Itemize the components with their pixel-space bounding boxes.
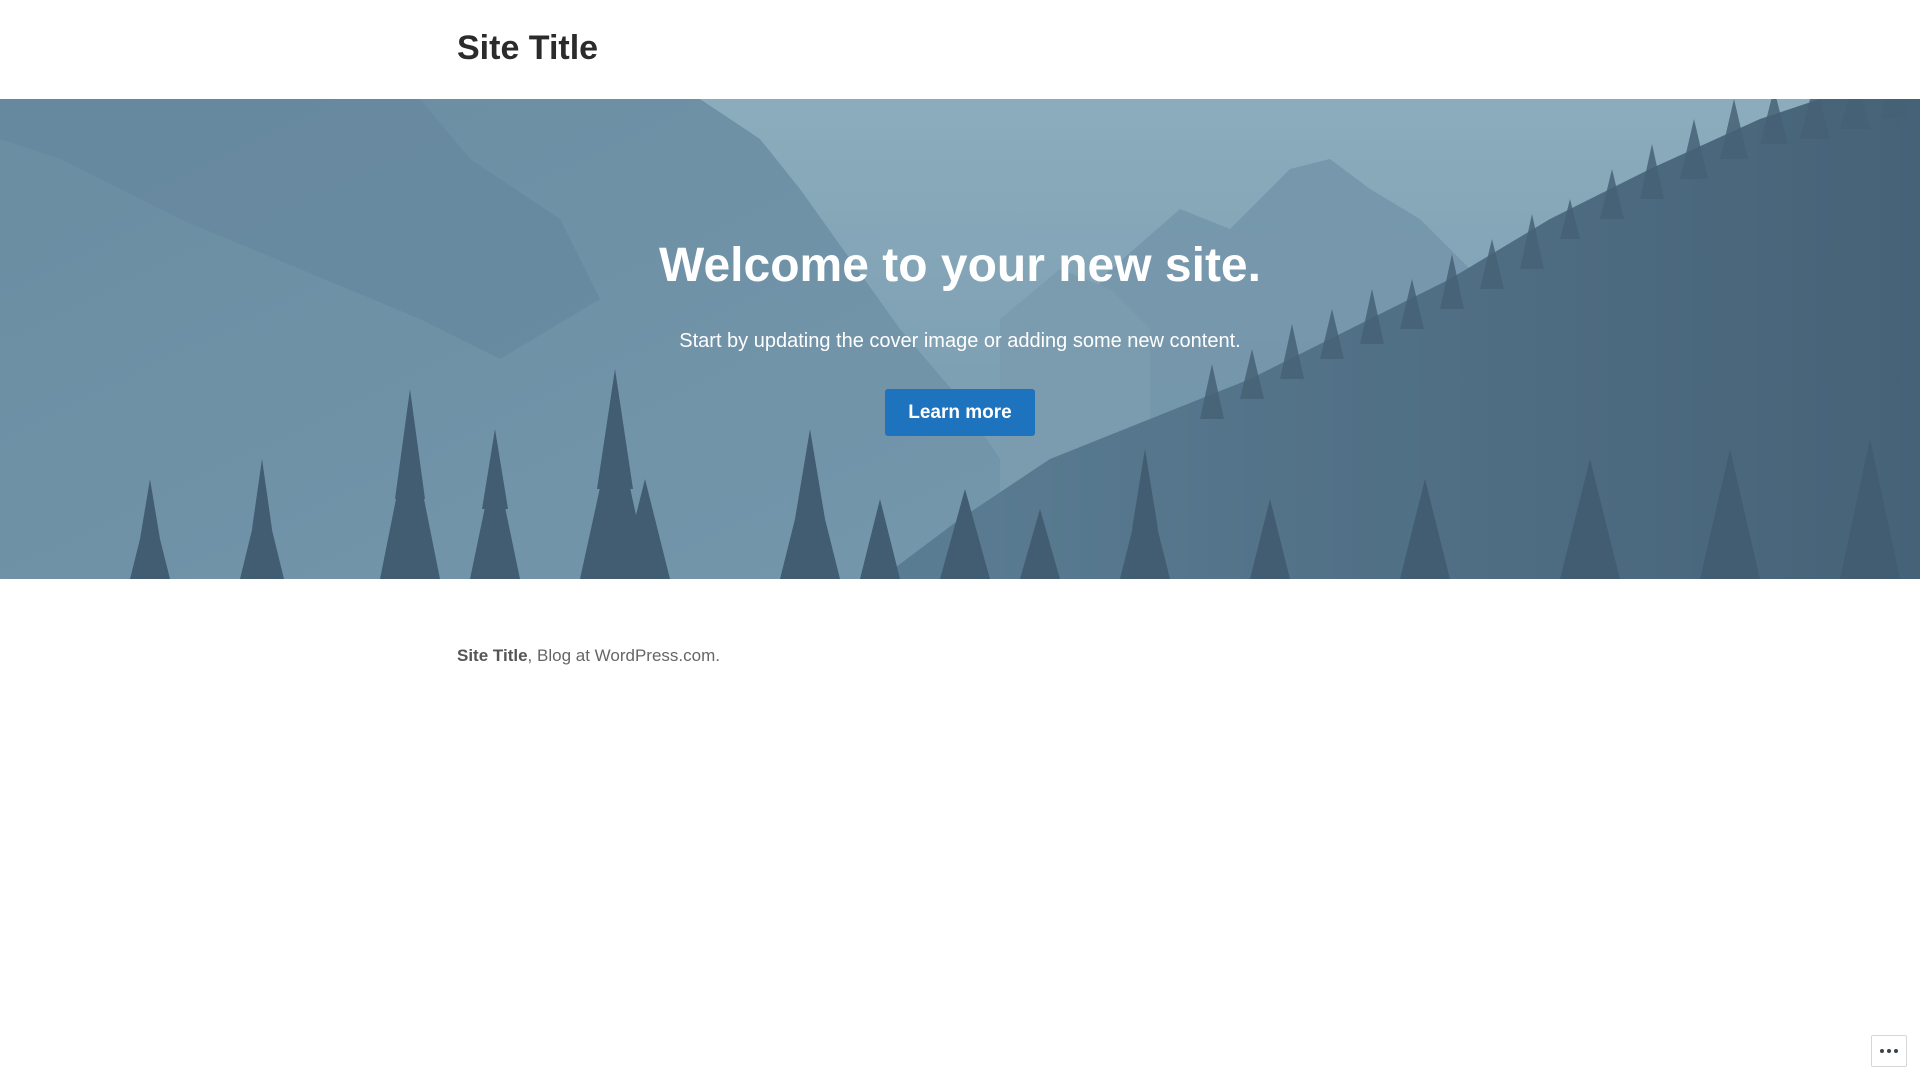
actionbar-button[interactable]	[1871, 1035, 1907, 1067]
footer-separator: ,	[527, 646, 533, 665]
cover-content: Welcome to your new site. Start by updat…	[0, 99, 1920, 579]
cover-heading: Welcome to your new site.	[659, 239, 1261, 292]
cover-block: Welcome to your new site. Start by updat…	[0, 99, 1920, 579]
ellipsis-icon	[1880, 1049, 1898, 1053]
cover-description: Start by updating the cover image or add…	[679, 330, 1241, 352]
learn-more-button[interactable]: Learn more	[885, 389, 1035, 436]
site-header: Site Title	[0, 0, 1920, 99]
page: Site Title Welcome to your new site. Sta…	[0, 0, 1920, 1080]
footer-site-title-link[interactable]: Site Title	[457, 646, 528, 665]
footer-credit-link[interactable]: Blog at WordPress.com.	[537, 646, 720, 665]
site-footer: Site Title, Blog at WordPress.com.	[457, 645, 720, 667]
site-title-link[interactable]: Site Title	[457, 26, 598, 70]
